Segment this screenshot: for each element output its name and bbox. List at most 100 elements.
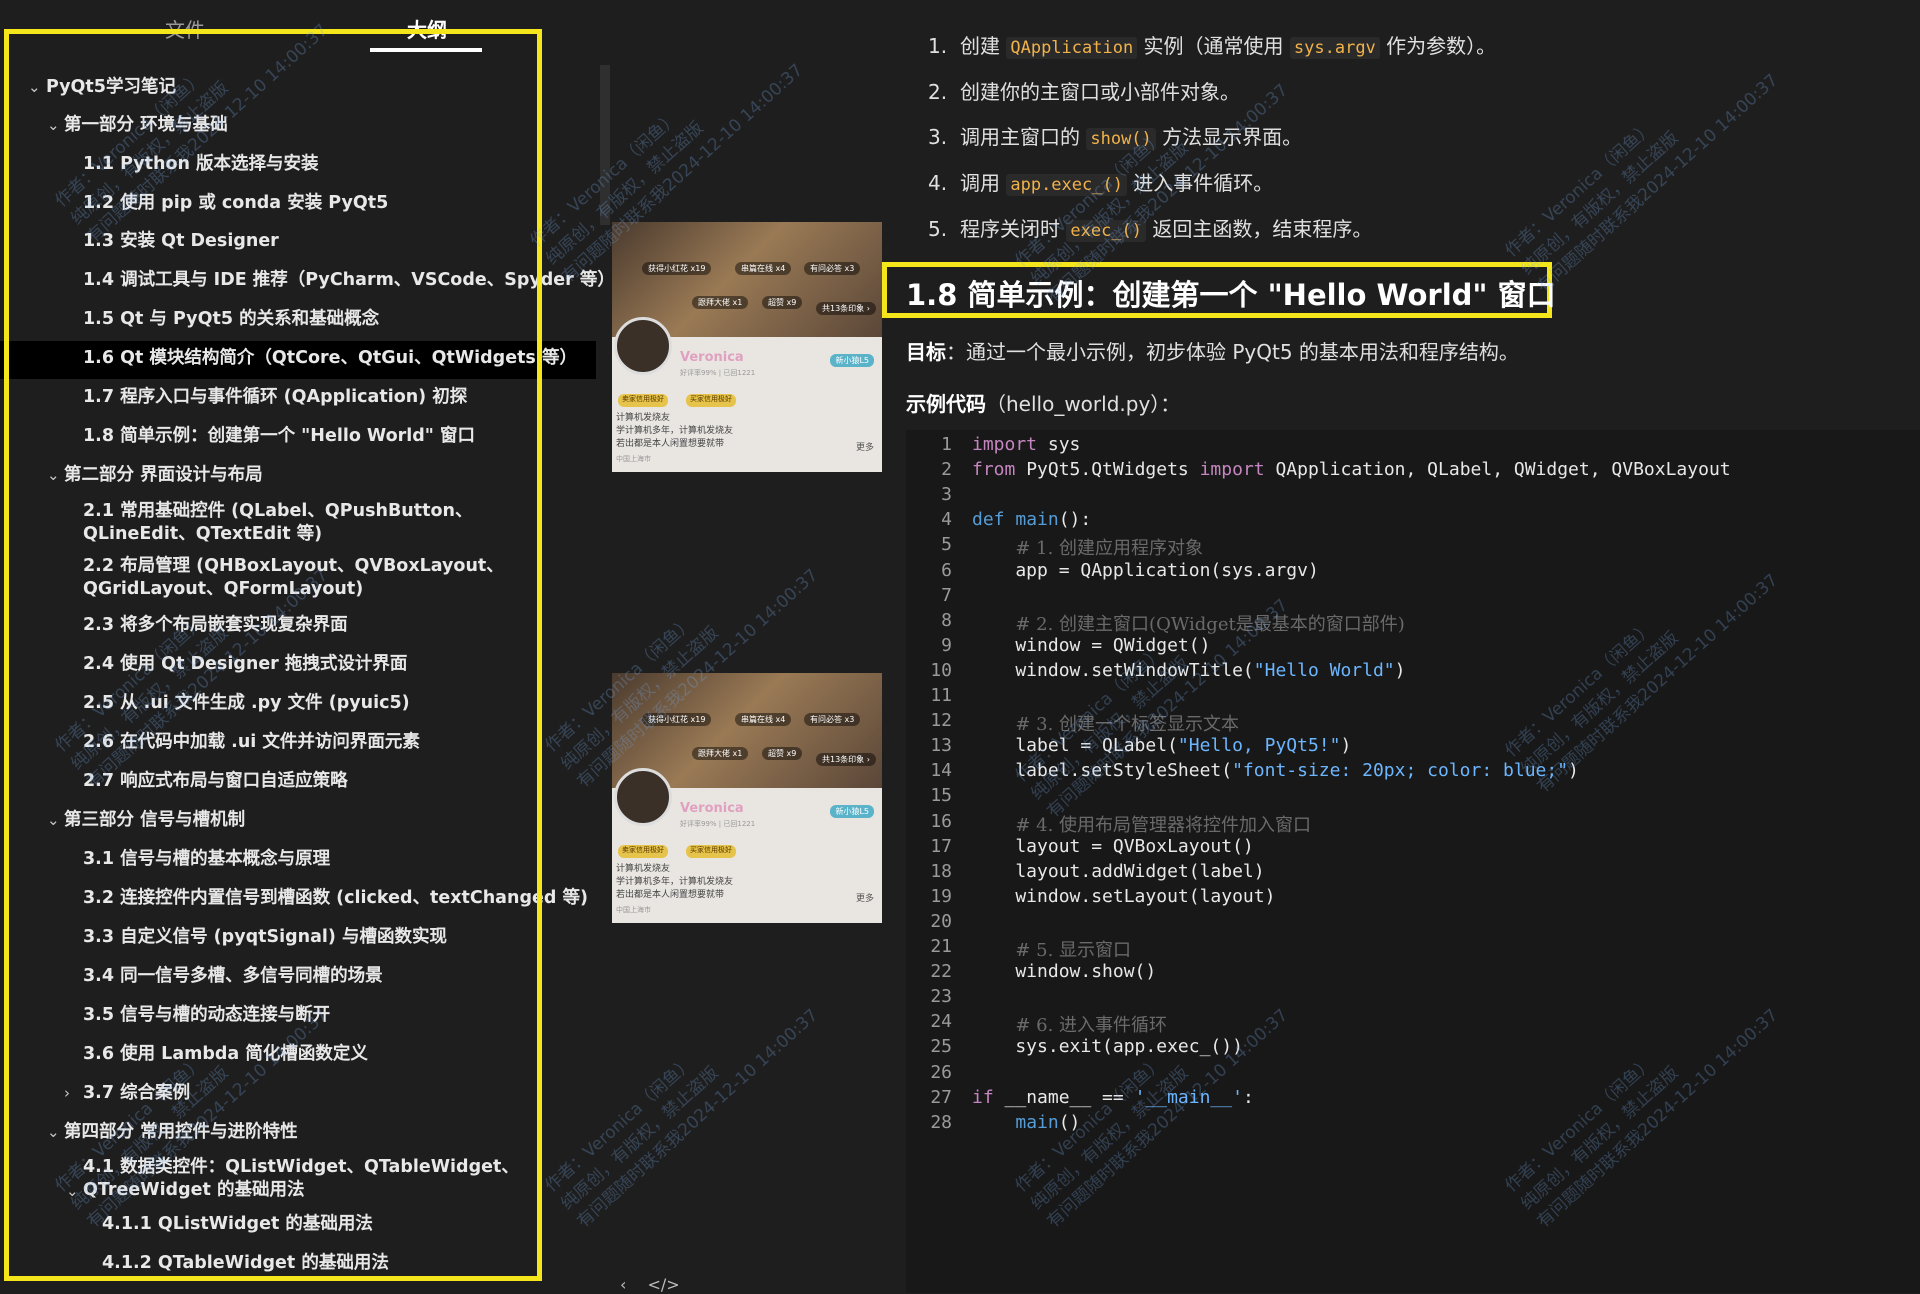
badge-pill: 跟拜大佬 x1: [692, 747, 749, 760]
seller-badge: 卖家信用极好: [618, 394, 668, 407]
code-text: window.setLayout(layout): [972, 885, 1276, 907]
line-number: 18: [930, 860, 952, 882]
line-number: 25: [930, 1036, 952, 1058]
code-text: app = QApplication(sys.argv): [972, 559, 1319, 581]
line-number: 19: [930, 885, 952, 907]
buyer-badge: 买家信用极好: [686, 845, 736, 858]
impression-pill: 共13条印象 ›: [816, 753, 876, 766]
profile-line: 计算机发烧友: [616, 864, 671, 874]
example-label: 示例代码（hello_world.py）：: [906, 392, 1181, 416]
profile-location: 中国上海市: [616, 455, 651, 463]
profile-name: Veronica: [680, 350, 744, 365]
goal-paragraph: 目标：通过一个最小示例，初步体验 PyQt5 的基本用法和程序结构。: [906, 340, 1519, 364]
seller-badge: 卖家信用极好: [618, 845, 668, 858]
profile-line: 若出都是本人闲置想要就带: [616, 439, 725, 449]
code-text: import sys: [972, 434, 1081, 455]
code-text: window = QWidget(): [972, 634, 1211, 656]
line-number: 3: [941, 484, 952, 506]
flower-count-pill: 获得小红花 x19: [642, 262, 712, 275]
line-number: 10: [930, 659, 952, 681]
impression-pill: 共13条印象 ›: [816, 302, 876, 315]
profile-stats: 好评率99% | 已回1221: [680, 369, 756, 377]
profile-line: 学计算机多年，计算机发烧友: [616, 426, 734, 436]
code-text: layout = QVBoxLayout(): [972, 835, 1254, 857]
more-link: 更多: [855, 894, 874, 904]
avatar: [614, 317, 672, 375]
line-number: 24: [930, 1011, 952, 1033]
line-number: 15: [930, 785, 952, 807]
code-text: if __name__ == '__main__':: [972, 1086, 1254, 1108]
list-item: 1. 创建 QApplication 实例（通常使用 sys.argv 作为参数）…: [928, 34, 1497, 59]
profile-stats: 好评率99% | 已回1221: [680, 820, 756, 828]
answer-pill: 有问必答 x3: [804, 713, 861, 726]
outline-highlight-frame: [4, 29, 542, 1281]
buyer-badge: 买家信用极好: [686, 394, 736, 407]
sidebar-scrollbar[interactable]: [600, 65, 610, 225]
bottom-nav: ‹ </>: [620, 1275, 680, 1294]
code-text: # 2. 创建主窗口(QWidget是最基本的窗口部件): [1015, 613, 1405, 635]
online-pill: 串篇在线 x4: [735, 262, 792, 275]
code-text: # 4. 使用布局管理器将控件加入窗口: [1015, 814, 1312, 836]
code-block[interactable]: 1 import sys 2 from PyQt5.QtWidgets import …: [906, 430, 1920, 1293]
online-pill: 串篇在线 x4: [735, 713, 792, 726]
line-number: 2: [941, 459, 952, 481]
line-number: 28: [930, 1111, 952, 1133]
section-heading: 1.8 简单示例：创建第一个 "Hello World" 窗口: [906, 278, 1556, 312]
line-number: 23: [930, 986, 952, 1008]
document-view: 1. 创建 QApplication 实例（通常使用 sys.argv 作为参数）…: [880, 0, 1920, 1293]
code-text: # 6. 进入事件循环: [1015, 1015, 1168, 1037]
level-tag: 新小猿L5: [830, 354, 874, 367]
line-number: 8: [941, 609, 952, 631]
answer-pill: 有问必答 x3: [804, 262, 861, 275]
profile-line: 计算机发烧友: [616, 413, 671, 423]
line-number: 5: [941, 534, 952, 556]
line-number: 9: [941, 634, 952, 656]
more-link: 更多: [855, 443, 874, 453]
level-tag: 新小猿L5: [830, 805, 874, 818]
line-number: 6: [941, 559, 952, 581]
profile-location: 中国上海市: [616, 906, 651, 914]
chevron-left-icon[interactable]: ‹: [620, 1275, 626, 1294]
like-pill: 超赞 x9: [762, 296, 803, 309]
line-number: 11: [930, 685, 952, 706]
list-item: 2. 创建你的主窗口或小部件对象。: [928, 80, 1240, 104]
code-text: # 1. 创建应用程序对象: [1015, 538, 1204, 560]
line-number: 14: [930, 760, 952, 782]
profile-card-image[interactable]: 获得小红花 x19 串篇在线 x4 有问必答 x3 跟拜大佬 x1 超赞 x9 …: [612, 222, 882, 472]
profile-name: Veronica: [680, 801, 744, 816]
line-number: 12: [930, 710, 952, 732]
code-text: # 5. 显示窗口: [1015, 940, 1132, 961]
list-item: 4. 调用 app.exec_() 进入事件循环。: [928, 171, 1274, 196]
badge-pill: 跟拜大佬 x1: [692, 296, 749, 309]
line-number: 4: [941, 509, 952, 531]
code-text: main(): [1015, 1111, 1081, 1133]
code-view-icon[interactable]: </>: [648, 1275, 680, 1294]
profile-line: 若出都是本人闲置想要就带: [616, 890, 725, 900]
avatar: [614, 768, 672, 826]
line-number: 20: [930, 910, 952, 932]
line-number: 21: [930, 936, 952, 957]
code-text: label.setStyleSheet("font-size: 20px; co…: [972, 760, 1579, 782]
line-number: 26: [930, 1061, 952, 1083]
profile-line: 学计算机多年，计算机发烧友: [616, 877, 734, 887]
code-text: sys.exit(app.exec_()): [972, 1036, 1243, 1058]
code-text: label = QLabel("Hello, PyQt5!"): [972, 735, 1352, 757]
line-number: 1: [941, 434, 952, 455]
profile-card-image[interactable]: 获得小红花 x19 串篇在线 x4 有问必答 x3 跟拜大佬 x1 超赞 x9 …: [612, 673, 882, 923]
line-number: 22: [930, 961, 952, 983]
line-number: 16: [930, 810, 952, 832]
code-text: # 3. 创建一个标签显示文本: [1015, 714, 1240, 736]
list-item: 5. 程序关闭时 exec_() 返回主函数，结束程序。: [928, 217, 1373, 242]
outline-sidebar: 文件 大纲 ⌄ PyQt5学习笔记 ⌄ 第一部分 环境与基础 1.1 Python …: [0, 0, 615, 1293]
flower-count-pill: 获得小红花 x19: [642, 713, 712, 726]
code-text: layout.addWidget(label): [972, 860, 1265, 882]
like-pill: 超赞 x9: [762, 747, 803, 760]
line-number: 17: [930, 835, 952, 857]
code-text: window.setWindowTitle("Hello World"): [972, 659, 1406, 681]
line-number: 27: [930, 1086, 952, 1108]
line-number: 7: [941, 584, 952, 606]
code-text: from PyQt5.QtWidgets import QApplication…: [972, 459, 1731, 481]
line-number: 13: [930, 735, 952, 757]
code-text: window.show(): [972, 961, 1157, 983]
list-item: 3. 调用主窗口的 show() 方法显示界面。: [928, 125, 1303, 150]
